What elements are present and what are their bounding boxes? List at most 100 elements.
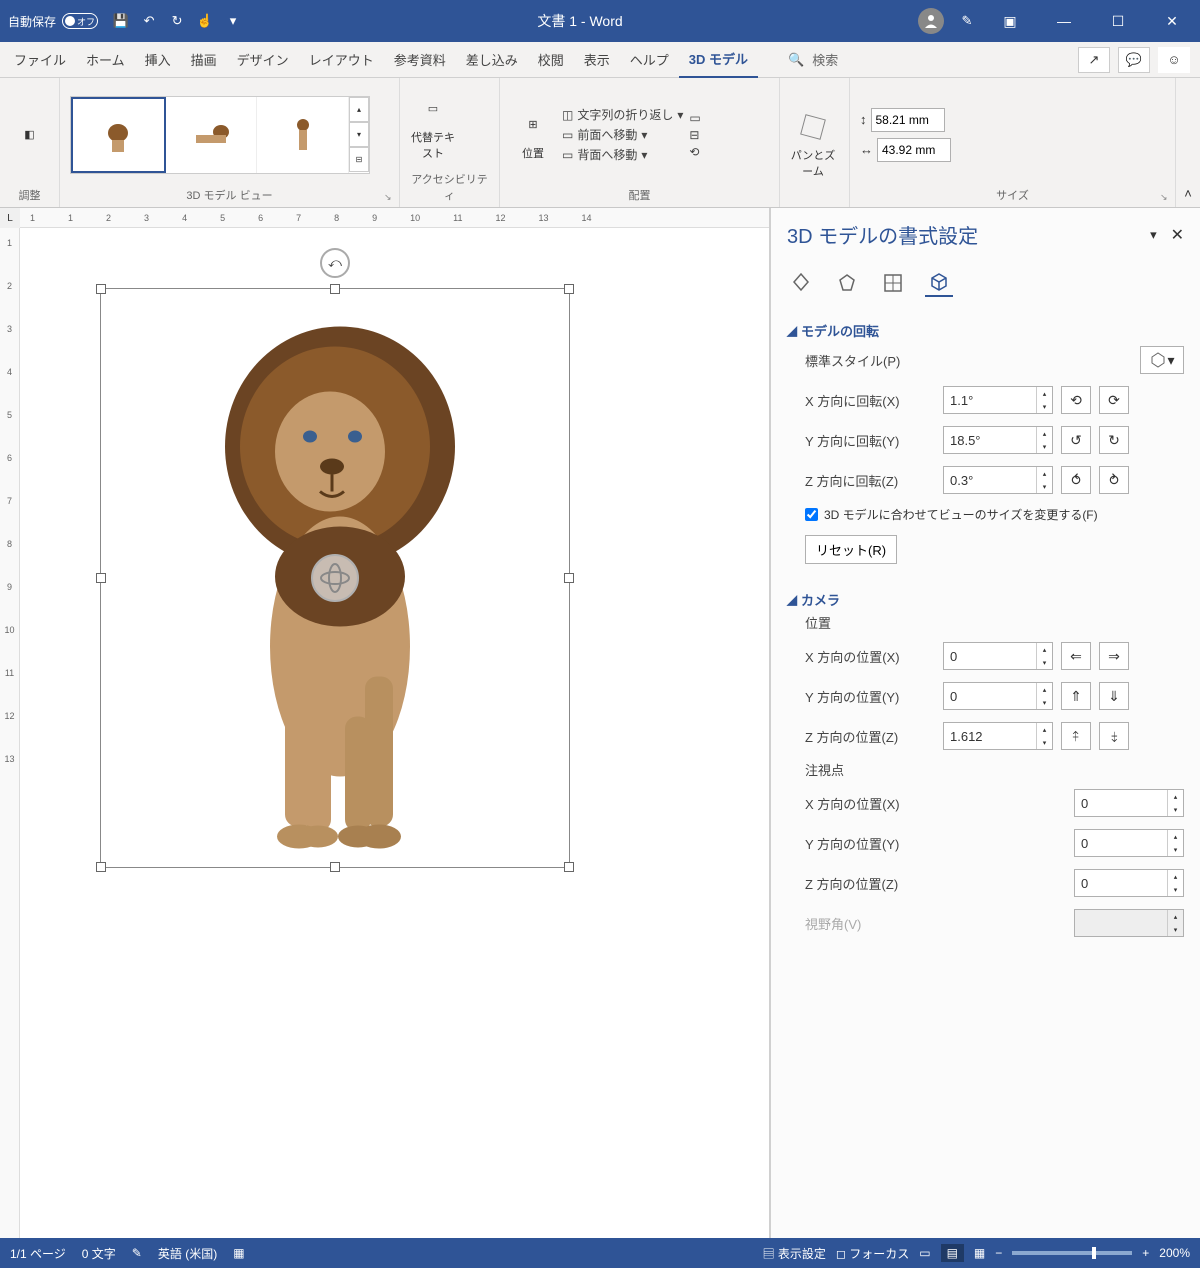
send-backward-button[interactable]: ▭ 背面へ移動 ▾ — [562, 146, 683, 163]
pane-options-icon[interactable]: ▾ — [1150, 227, 1157, 243]
resize-handle[interactable] — [96, 573, 106, 583]
language-indicator[interactable]: 英語 (米国) — [158, 1245, 217, 1262]
z-rotation-input[interactable]: 0.3°▴▾ — [943, 466, 1053, 494]
collapse-ribbon-icon[interactable]: ˄ — [1176, 78, 1200, 207]
resize-handle[interactable] — [564, 862, 574, 872]
reset-button[interactable]: リセット(R) — [805, 535, 897, 564]
tab-mailings[interactable]: 差し込み — [456, 42, 528, 77]
macro-icon[interactable]: ▦ — [233, 1246, 244, 1260]
gallery-more-icon[interactable]: ⊟ — [349, 147, 369, 172]
height-input[interactable] — [871, 108, 945, 132]
resize-handle[interactable] — [330, 862, 340, 872]
gallery-view-2[interactable] — [166, 97, 258, 173]
wrap-text-button[interactable]: ◫ 文字列の折り返し ▾ — [562, 106, 683, 123]
layout-options-icon[interactable]: ⤺ — [320, 248, 350, 278]
qat-dropdown-icon[interactable]: ▾ — [224, 12, 242, 30]
width-input[interactable] — [877, 138, 951, 162]
gallery-up-icon[interactable]: ▴ — [349, 97, 369, 122]
selection-pane-icon[interactable]: ▭ — [689, 111, 700, 125]
gallery-view-3[interactable] — [257, 97, 349, 173]
document-area[interactable]: L 11234567891011121314 12345678910111213… — [0, 208, 770, 1238]
y-pos-down-icon[interactable]: ⇓ — [1099, 682, 1129, 710]
display-settings-button[interactable]: ▤ 表示設定 — [763, 1245, 826, 1262]
pan-zoom-button[interactable]: パンとズーム — [790, 107, 836, 183]
y-pos-up-icon[interactable]: ⇑ — [1061, 682, 1091, 710]
tab-selector-icon[interactable]: L — [0, 208, 20, 228]
alt-text-button[interactable]: ▭代替テキスト — [410, 89, 456, 165]
word-count[interactable]: 0 文字 — [82, 1245, 116, 1262]
minimize-button[interactable]: — — [1044, 7, 1084, 35]
rotate-icon[interactable]: ⟲ — [689, 145, 700, 159]
z-pos-in-icon[interactable]: ⤉ — [1061, 722, 1091, 750]
user-avatar-icon[interactable] — [918, 8, 944, 34]
zoom-level[interactable]: 200% — [1159, 1246, 1190, 1260]
ribbon-display-icon[interactable]: ▣ — [990, 7, 1030, 35]
tab-review[interactable]: 校閲 — [528, 42, 574, 77]
x-pos-left-icon[interactable]: ⇐ — [1061, 642, 1091, 670]
vertical-ruler[interactable]: 12345678910111213 — [0, 228, 20, 1238]
page[interactable]: ⤺ — [40, 238, 749, 1218]
y-rot-left-icon[interactable]: ↺ — [1061, 426, 1091, 454]
look-x-input[interactable]: 0▴▾ — [1074, 789, 1184, 817]
tab-layout[interactable]: レイアウト — [299, 42, 384, 77]
y-position-input[interactable]: 0▴▾ — [943, 682, 1053, 710]
size-tab-icon[interactable] — [879, 269, 907, 297]
print-layout-icon[interactable]: ▤ — [941, 1244, 964, 1262]
touch-mode-icon[interactable]: ☝ — [196, 12, 214, 30]
fill-tab-icon[interactable] — [787, 269, 815, 297]
y-rot-right-icon[interactable]: ↻ — [1099, 426, 1129, 454]
model-selection-box[interactable] — [100, 288, 570, 868]
tab-file[interactable]: ファイル — [4, 42, 76, 77]
autosave-toggle[interactable]: 自動保存 オフ — [8, 13, 98, 30]
redo-icon[interactable]: ↻ — [168, 12, 186, 30]
z-rot-ccw-icon[interactable]: ⥀ — [1061, 466, 1091, 494]
gallery-down-icon[interactable]: ▾ — [349, 122, 369, 147]
position-button[interactable]: ⊞位置 — [510, 97, 556, 173]
rotation-section-toggle[interactable]: ◢ モデルの回転 — [787, 321, 1184, 340]
zoom-in-button[interactable]: + — [1142, 1246, 1149, 1260]
undo-icon[interactable]: ↶ — [140, 12, 158, 30]
adjust-button[interactable]: ◧ — [10, 97, 49, 173]
x-rot-right-icon[interactable]: ⟳ — [1099, 386, 1129, 414]
fit-view-checkbox[interactable] — [805, 508, 818, 521]
z-rot-cw-icon[interactable]: ⥁ — [1099, 466, 1129, 494]
resize-handle[interactable] — [330, 284, 340, 294]
look-y-input[interactable]: 0▴▾ — [1074, 829, 1184, 857]
zoom-slider[interactable] — [1012, 1251, 1132, 1255]
coming-soon-icon[interactable]: ✎ — [958, 12, 976, 30]
comments-button[interactable]: 💬 — [1118, 47, 1150, 73]
x-position-input[interactable]: 0▴▾ — [943, 642, 1053, 670]
page-indicator[interactable]: 1/1 ページ — [10, 1245, 66, 1262]
share-button[interactable]: ↗ — [1078, 47, 1110, 73]
tab-insert[interactable]: 挿入 — [135, 42, 181, 77]
tab-references[interactable]: 参考資料 — [384, 42, 456, 77]
effects-tab-icon[interactable] — [833, 269, 861, 297]
zoom-out-button[interactable]: − — [995, 1246, 1002, 1260]
tab-help[interactable]: ヘルプ — [620, 42, 679, 77]
resize-handle[interactable] — [96, 284, 106, 294]
3d-tab-icon[interactable] — [925, 269, 953, 297]
z-pos-out-icon[interactable]: ⤈ — [1099, 722, 1129, 750]
x-rotation-input[interactable]: 1.1°▴▾ — [943, 386, 1053, 414]
web-layout-icon[interactable]: ▦ — [974, 1246, 985, 1260]
look-z-input[interactable]: 0▴▾ — [1074, 869, 1184, 897]
z-position-input[interactable]: 1.612▴▾ — [943, 722, 1053, 750]
resize-handle[interactable] — [564, 573, 574, 583]
gallery-view-1[interactable] — [71, 97, 166, 173]
tab-3d-model[interactable]: 3D モデル — [679, 41, 758, 78]
align-icon[interactable]: ⊟ — [689, 128, 700, 142]
resize-handle[interactable] — [96, 862, 106, 872]
close-button[interactable]: ✕ — [1152, 7, 1192, 35]
preset-dropdown[interactable]: ▾ — [1140, 346, 1184, 374]
spellcheck-icon[interactable]: ✎ — [132, 1246, 142, 1260]
camera-section-toggle[interactable]: ◢ カメラ — [787, 590, 1184, 609]
read-mode-icon[interactable]: ▭ — [919, 1246, 930, 1260]
x-rot-left-icon[interactable]: ⟲ — [1061, 386, 1091, 414]
horizontal-ruler[interactable]: 11234567891011121314 — [0, 208, 769, 228]
bring-forward-button[interactable]: ▭ 前面へ移動 ▾ — [562, 126, 683, 143]
y-rotation-input[interactable]: 18.5°▴▾ — [943, 426, 1053, 454]
tab-draw[interactable]: 描画 — [181, 42, 227, 77]
size-dialog-launcher-icon[interactable]: ↘ — [1160, 192, 1172, 204]
tab-home[interactable]: ホーム — [76, 42, 135, 77]
save-icon[interactable]: 💾 — [112, 12, 130, 30]
